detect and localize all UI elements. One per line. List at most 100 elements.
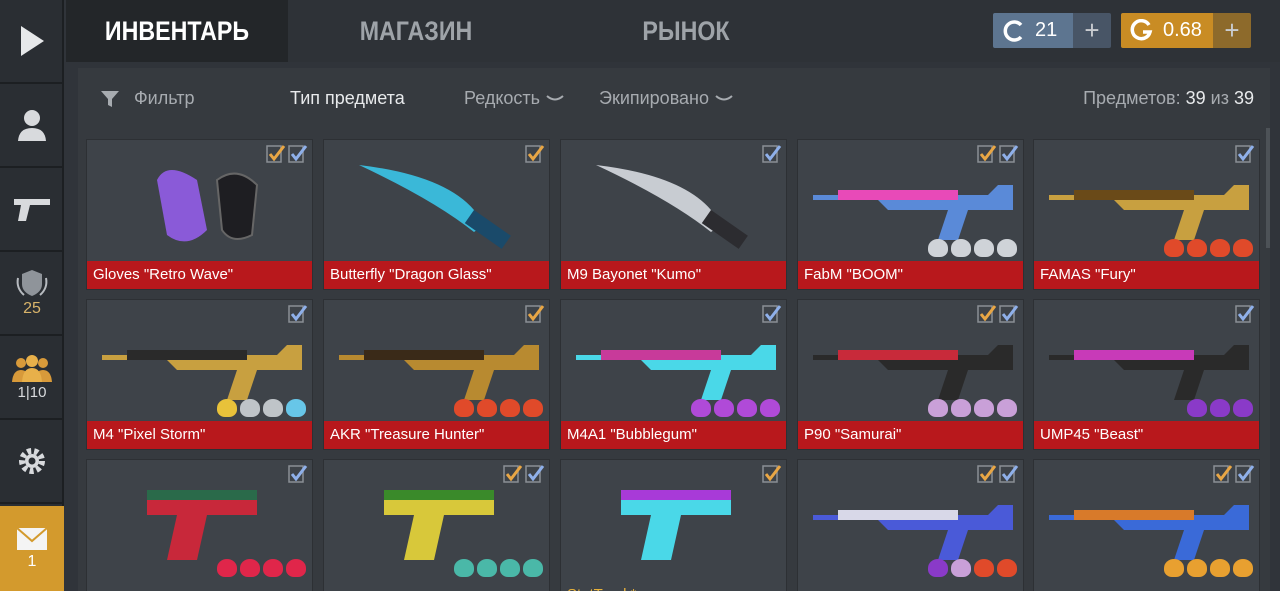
sticker-icon — [1164, 559, 1184, 577]
sticker-icon — [974, 399, 994, 417]
sticker-icon — [286, 559, 306, 577]
mail-button[interactable]: 1 — [0, 506, 64, 591]
sticker-row — [928, 559, 1017, 577]
sticker-row — [1187, 399, 1253, 417]
sticker-row — [217, 399, 306, 417]
inventory-item-card[interactable]: M4 "Pixel Storm" — [86, 299, 313, 450]
equipped-indicators — [525, 144, 545, 164]
tab-shop[interactable]: МАГАЗИН — [321, 0, 510, 62]
inventory-item-card[interactable]: FabM "BOOM" — [797, 139, 1024, 290]
blue-check-icon — [762, 305, 782, 323]
blue-check-icon — [288, 305, 308, 323]
credit-c-icon — [1001, 18, 1027, 44]
add-gold-button[interactable]: + — [1213, 13, 1251, 48]
sticker-icon — [1233, 399, 1253, 417]
equipped-indicators — [977, 464, 1019, 484]
inventory-item-card[interactable]: UMP45 "Beast" — [1033, 299, 1260, 450]
gold-check-icon — [977, 305, 997, 323]
settings-button[interactable] — [0, 420, 64, 504]
item-count-total: 39 — [1233, 88, 1254, 108]
gold-check-icon — [266, 145, 286, 163]
inventory-item-card[interactable] — [86, 459, 313, 591]
inventory-item-card[interactable]: Butterfly "Dragon Glass" — [323, 139, 550, 290]
sticker-icon — [286, 399, 306, 417]
mail-count: 1 — [27, 552, 37, 570]
inventory-item-card[interactable] — [323, 459, 550, 591]
item-count-sep: из — [1210, 88, 1229, 108]
rarity-label: Редкость — [464, 88, 541, 108]
sidebar: 25 1|10 1 — [0, 0, 64, 591]
item-name: M9 Bayonet "Kumo" — [561, 261, 786, 289]
credits-balance: 21 + — [993, 13, 1111, 48]
equipped-indicators — [1235, 144, 1255, 164]
play-icon — [21, 26, 44, 56]
sticker-icon — [477, 399, 497, 417]
sticker-icon — [1233, 239, 1253, 257]
inventory-item-card[interactable]: Gloves "Retro Wave" — [86, 139, 313, 290]
play-button[interactable] — [0, 0, 64, 84]
inventory-item-card[interactable]: FAMAS "Fury" — [1033, 139, 1260, 290]
chevron-down-icon — [715, 94, 733, 100]
scrollbar[interactable] — [1266, 128, 1270, 248]
sticker-icon — [951, 399, 971, 417]
rarity-dropdown[interactable]: Редкость — [464, 88, 564, 109]
blue-check-icon — [762, 145, 782, 163]
filter-button[interactable]: Фильтр — [100, 88, 194, 109]
profile-button[interactable] — [0, 84, 64, 168]
item-name: FabM "BOOM" — [798, 261, 1023, 289]
equipped-dropdown[interactable]: Экипировано — [599, 88, 733, 109]
top-bar: ИНВЕНТАРЬ МАГАЗИН РЫНОК 21 + 0.68 + — [66, 0, 1280, 62]
level-number: 25 — [23, 300, 41, 317]
party-icon — [12, 354, 52, 382]
sticker-row — [454, 399, 543, 417]
item-name: P90 "Samurai" — [798, 421, 1023, 449]
equipped-indicators — [525, 304, 545, 324]
item-name: AKR "Treasure Hunter" — [324, 421, 549, 449]
item-name: Butterfly "Dragon Glass" — [324, 261, 549, 289]
sticker-icon — [1233, 559, 1253, 577]
gold-value: 0.68 — [1163, 19, 1202, 41]
credits-value-box: 21 — [993, 13, 1073, 48]
item-name: UMP45 "Beast" — [1034, 421, 1259, 449]
sticker-icon — [454, 559, 474, 577]
sticker-icon — [477, 559, 497, 577]
rank-wreath-icon — [16, 270, 48, 296]
inventory-item-card[interactable]: M4A1 "Bubblegum" — [560, 299, 787, 450]
item-count-current: 39 — [1185, 88, 1206, 108]
inventory-panel: Фильтр Тип предмета Редкость Экипировано… — [78, 68, 1270, 591]
item-name: Gloves "Retro Wave" — [87, 261, 312, 289]
sticker-icon — [523, 559, 543, 577]
sticker-row — [454, 559, 543, 577]
sticker-icon — [951, 239, 971, 257]
weapons-button[interactable] — [0, 168, 64, 252]
party-button[interactable]: 1|10 — [0, 336, 64, 420]
inventory-item-card[interactable] — [1033, 459, 1260, 591]
funnel-icon — [101, 90, 119, 107]
blue-check-icon — [1235, 305, 1255, 323]
chevron-down-icon — [546, 94, 564, 100]
stattrack-label: StatTrack* — [567, 586, 636, 591]
inventory-item-card[interactable]: AKR "Treasure Hunter" — [323, 299, 550, 450]
item-image — [621, 490, 731, 560]
gold-check-icon — [977, 145, 997, 163]
tab-market[interactable]: РЫНОК — [591, 0, 780, 62]
sticker-icon — [737, 399, 757, 417]
inventory-item-card[interactable] — [797, 459, 1024, 591]
sticker-icon — [217, 399, 237, 417]
sticker-icon — [997, 559, 1017, 577]
inventory-item-card[interactable]: P90 "Samurai" — [797, 299, 1024, 450]
sticker-row — [217, 559, 306, 577]
equipped-indicators — [977, 144, 1019, 164]
add-credits-button[interactable]: + — [1073, 13, 1111, 48]
inventory-item-card[interactable]: M9 Bayonet "Kumo" — [560, 139, 787, 290]
equipped-indicators — [266, 144, 308, 164]
party-count: 1|10 — [17, 383, 47, 401]
sticker-row — [928, 399, 1017, 417]
tab-inventory[interactable]: ИНВЕНТАРЬ — [82, 0, 273, 62]
gold-check-icon — [1213, 465, 1233, 483]
inventory-item-card[interactable]: StatTrack* — [560, 459, 787, 591]
rank-button[interactable]: 25 — [0, 252, 64, 336]
sticker-icon — [928, 239, 948, 257]
sticker-icon — [997, 239, 1017, 257]
item-type-filter[interactable]: Тип предмета — [290, 88, 405, 109]
